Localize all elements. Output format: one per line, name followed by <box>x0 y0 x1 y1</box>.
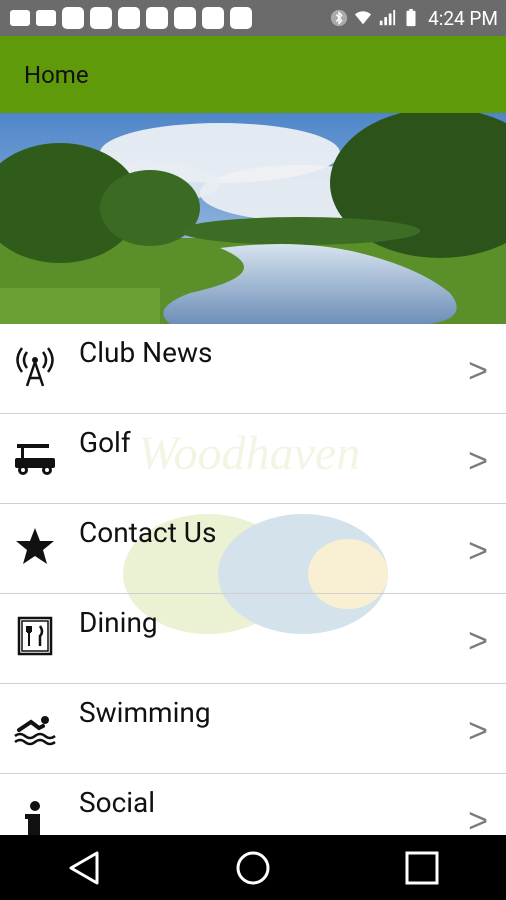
recents-icon <box>405 851 439 884</box>
chevron-right-icon: > <box>468 712 488 750</box>
chevron-right-icon: > <box>468 622 488 660</box>
hero-image <box>0 113 506 324</box>
chevron-right-icon: > <box>468 442 488 480</box>
bluetooth-icon <box>330 9 348 27</box>
menu-list: Woodhaven Club News > Golf > Contact Us … <box>0 324 506 835</box>
menu-item-label: Social <box>79 786 156 819</box>
menu-item-swimming[interactable]: Swimming > <box>0 684 506 774</box>
app-icon <box>90 7 112 29</box>
menu-item-label: Contact Us <box>79 516 217 549</box>
wifi-icon <box>354 11 372 25</box>
menu-item-club-news[interactable]: Club News > <box>0 324 506 414</box>
menu-item-label: Swimming <box>79 696 211 729</box>
back-icon <box>69 851 99 884</box>
app-icon <box>146 7 168 29</box>
navigation-bar <box>0 835 506 900</box>
menu-item-dining[interactable]: Dining > <box>0 594 506 684</box>
star-icon <box>16 528 54 564</box>
app-icon <box>202 7 224 29</box>
dining-icon <box>17 616 53 656</box>
menu-item-contact-us[interactable]: Contact Us > <box>0 504 506 594</box>
chevron-right-icon: > <box>468 532 488 570</box>
app-bar: Home <box>0 36 506 113</box>
chevron-right-icon: > <box>468 352 488 390</box>
status-time: 4:24 PM <box>428 6 498 30</box>
page-title: Home <box>24 60 89 89</box>
notification-icon <box>10 10 30 26</box>
back-button[interactable] <box>54 843 114 893</box>
notification-icon <box>36 10 56 26</box>
info-icon <box>25 801 40 835</box>
status-right: 4:24 PM <box>330 7 498 30</box>
swimmer-icon <box>14 716 56 746</box>
status-left-icons <box>10 7 252 29</box>
app-icon <box>62 7 84 29</box>
broadcast-icon <box>16 347 54 387</box>
app-icon <box>230 7 252 29</box>
signal-icon <box>379 9 396 26</box>
home-icon <box>236 851 270 884</box>
menu-item-label: Dining <box>79 606 158 639</box>
chevron-right-icon: > <box>468 802 488 835</box>
menu-item-golf[interactable]: Golf > <box>0 414 506 504</box>
recents-button[interactable] <box>392 843 452 893</box>
app-icon <box>118 7 140 29</box>
menu-item-social[interactable]: Social > <box>0 774 506 835</box>
golf-cart-icon <box>15 444 55 475</box>
app-icon <box>174 7 196 29</box>
battery-icon <box>406 9 416 27</box>
menu-item-label: Golf <box>79 426 131 459</box>
status-bar: 4:24 PM <box>0 0 506 36</box>
menu-item-label: Club News <box>79 336 213 369</box>
home-button[interactable] <box>223 843 283 893</box>
